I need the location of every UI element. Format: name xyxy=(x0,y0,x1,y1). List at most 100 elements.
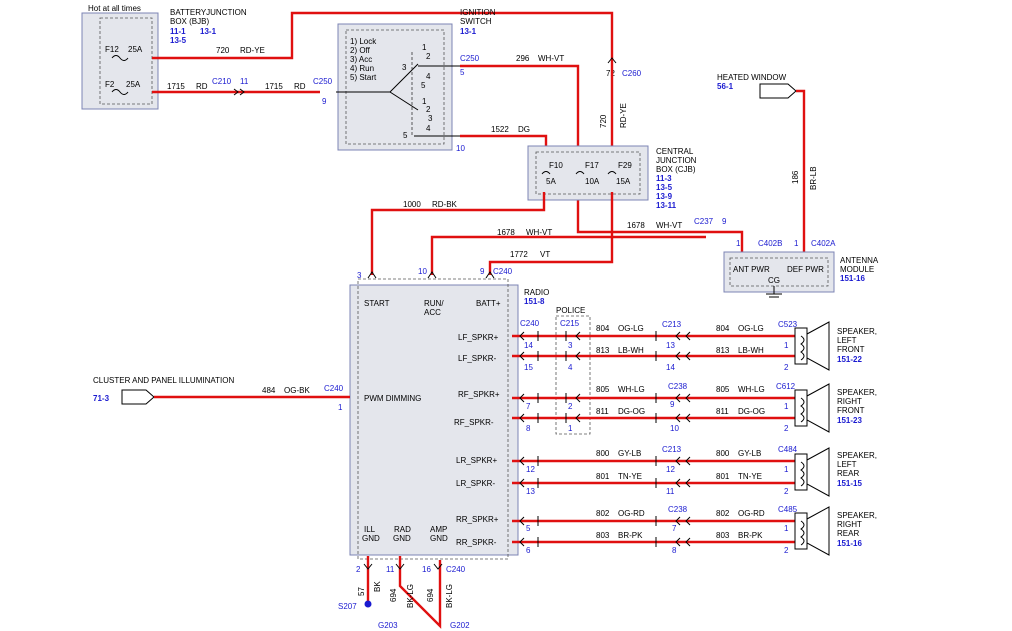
svg-text:15A: 15A xyxy=(616,177,631,186)
svg-text:813: 813 xyxy=(596,346,610,355)
speaker-icons xyxy=(794,321,830,556)
svg-text:C402B: C402B xyxy=(758,239,782,248)
svg-text:5) Start: 5) Start xyxy=(350,73,377,82)
svg-text:4: 4 xyxy=(568,363,573,372)
svg-text:16: 16 xyxy=(422,565,431,574)
svg-text:2: 2 xyxy=(784,363,789,372)
svg-text:RUN/: RUN/ xyxy=(424,299,444,308)
svg-text:811: 811 xyxy=(716,407,729,416)
svg-text:3: 3 xyxy=(402,63,407,72)
svg-text:C215: C215 xyxy=(560,319,580,328)
svg-text:9: 9 xyxy=(670,400,675,409)
svg-text:694: 694 xyxy=(426,588,435,602)
speaker-left-rear-icon xyxy=(794,447,830,497)
svg-text:CENTRAL: CENTRAL xyxy=(656,147,694,156)
antenna-module: ANT PWR DEF PWR CG ANTENNA MODULE 151-16 xyxy=(723,251,879,298)
svg-text:C260: C260 xyxy=(622,69,642,78)
svg-text:72: 72 xyxy=(606,69,615,78)
svg-text:720: 720 xyxy=(216,46,230,55)
svg-text:5: 5 xyxy=(460,68,465,77)
fuse-f2-amp: 25A xyxy=(126,80,141,89)
svg-text:4: 4 xyxy=(426,124,431,133)
svg-text:10: 10 xyxy=(456,144,465,153)
svg-text:C213: C213 xyxy=(662,320,682,329)
svg-text:OG-LG: OG-LG xyxy=(618,324,644,333)
svg-text:SPEAKER,: SPEAKER, xyxy=(837,327,877,336)
svg-text:8: 8 xyxy=(672,546,677,555)
svg-text:C240: C240 xyxy=(324,384,344,393)
svg-text:1772: 1772 xyxy=(510,250,528,259)
svg-text:BATT+: BATT+ xyxy=(476,299,501,308)
svg-text:12: 12 xyxy=(526,465,535,474)
svg-text:BR-LB: BR-LB xyxy=(809,166,818,190)
svg-text:2: 2 xyxy=(784,546,789,555)
bjb-ref-1: 11-1 xyxy=(170,27,186,36)
svg-text:G203: G203 xyxy=(378,621,398,630)
svg-text:1: 1 xyxy=(784,402,789,411)
heated-window: HEATED WINDOW 56-1 xyxy=(717,73,797,99)
speaker-right-rear-icon xyxy=(794,506,830,556)
svg-text:1: 1 xyxy=(784,341,789,350)
svg-text:800: 800 xyxy=(716,449,730,458)
fuse-f12-amp: 25A xyxy=(128,45,143,54)
svg-text:C402A: C402A xyxy=(811,239,836,248)
svg-text:RF_SPKR-: RF_SPKR- xyxy=(454,418,494,427)
speaker-left-front-icon xyxy=(794,321,830,371)
police-option-box xyxy=(555,315,591,435)
svg-text:BOX (CJB): BOX (CJB) xyxy=(656,165,696,174)
svg-text:2: 2 xyxy=(784,487,789,496)
svg-text:1678: 1678 xyxy=(497,228,515,237)
svg-text:CLUSTER AND PANEL ILLUMINATION: CLUSTER AND PANEL ILLUMINATION xyxy=(93,376,234,385)
svg-text:OG-RD: OG-RD xyxy=(738,509,765,518)
svg-text:7: 7 xyxy=(526,402,531,411)
svg-text:1: 1 xyxy=(794,239,799,248)
svg-text:13: 13 xyxy=(526,487,535,496)
svg-text:1: 1 xyxy=(568,424,573,433)
svg-text:2: 2 xyxy=(426,105,431,114)
svg-text:71-3: 71-3 xyxy=(93,394,110,403)
svg-text:2: 2 xyxy=(568,402,573,411)
svg-text:WH-VT: WH-VT xyxy=(538,54,564,63)
svg-text:CG: CG xyxy=(768,276,780,285)
svg-text:805: 805 xyxy=(716,385,730,394)
svg-text:2: 2 xyxy=(784,424,789,433)
wiring-diagram: Hot at all times F12 25A F2 25A BATTERYJ… xyxy=(81,4,879,630)
svg-text:13: 13 xyxy=(666,341,675,350)
bjb-ref-3: 13-5 xyxy=(170,36,187,45)
svg-text:OG-BK: OG-BK xyxy=(284,386,310,395)
svg-text:11: 11 xyxy=(240,77,249,86)
svg-text:C250: C250 xyxy=(313,77,333,86)
svg-text:151-22: 151-22 xyxy=(837,355,862,364)
svg-text:REAR: REAR xyxy=(837,469,859,478)
svg-text:WH-VT: WH-VT xyxy=(526,228,552,237)
svg-text:C250: C250 xyxy=(460,54,480,63)
svg-text:10A: 10A xyxy=(585,177,600,186)
svg-text:12: 12 xyxy=(666,465,675,474)
svg-text:RD-YE: RD-YE xyxy=(240,46,265,55)
svg-text:ILL: ILL xyxy=(364,525,376,534)
svg-text:POLICE: POLICE xyxy=(556,306,585,315)
svg-text:RF_SPKR+: RF_SPKR+ xyxy=(458,390,500,399)
svg-text:13-5: 13-5 xyxy=(656,183,673,192)
svg-text:LF_SPKR+: LF_SPKR+ xyxy=(458,333,499,342)
radio: 3 10 9 C240 START RUN/ ACC BATT+ PWM DIM… xyxy=(349,267,549,560)
svg-text:F10: F10 xyxy=(549,161,563,170)
svg-text:WH-VT: WH-VT xyxy=(656,221,682,230)
svg-text:484: 484 xyxy=(262,386,276,395)
svg-text:803: 803 xyxy=(596,531,610,540)
hot-at-all-times-label: Hot at all times xyxy=(88,4,141,13)
svg-text:4: 4 xyxy=(426,72,431,81)
svg-text:SPEAKER,: SPEAKER, xyxy=(837,511,877,520)
svg-text:DEF PWR: DEF PWR xyxy=(787,265,824,274)
svg-text:802: 802 xyxy=(596,509,610,518)
svg-text:7: 7 xyxy=(672,524,677,533)
svg-text:C240: C240 xyxy=(520,319,540,328)
bjb-title-2: BOX (BJB) xyxy=(170,17,209,26)
svg-text:F29: F29 xyxy=(618,161,632,170)
svg-text:3: 3 xyxy=(428,114,433,123)
svg-text:C238: C238 xyxy=(668,505,688,514)
svg-text:C240: C240 xyxy=(446,565,466,574)
svg-text:2: 2 xyxy=(356,565,361,574)
svg-text:VT: VT xyxy=(540,250,550,259)
ignition-switch: 1) Lock 2) Off 3) Acc 4) Run 5) Start 1 … xyxy=(336,8,496,151)
